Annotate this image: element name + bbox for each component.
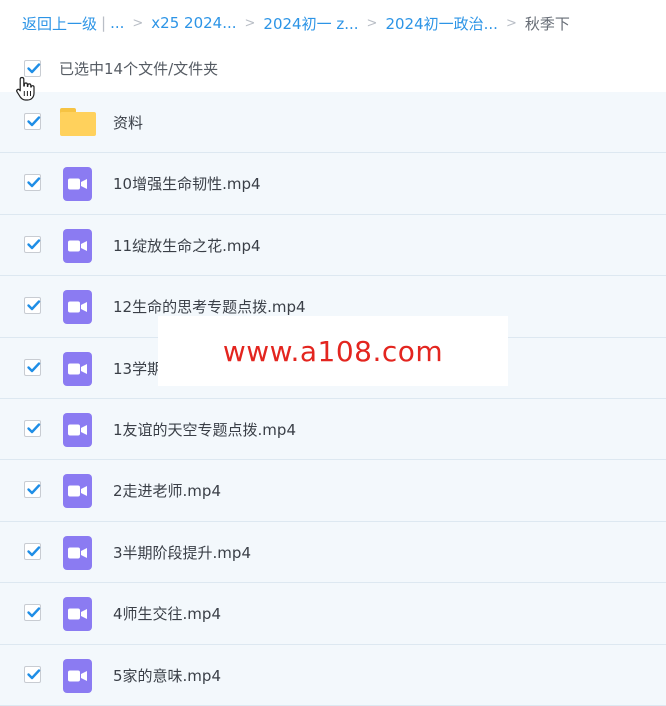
- folder-icon: [60, 106, 96, 138]
- file-name[interactable]: 12生命的思考专题点拨.mp4: [113, 296, 306, 317]
- row-checkbox[interactable]: [24, 665, 41, 683]
- watermark-text: www.a108.com: [222, 334, 444, 368]
- file-list: 资料 10增强生命韧性.mp4 11绽放生命之花.mp4 12生命的思考专题点拨…: [0, 92, 666, 706]
- video-file-icon: [60, 167, 96, 202]
- row-checkbox[interactable]: [24, 297, 41, 315]
- row-checkbox[interactable]: [24, 235, 41, 253]
- row-checkbox[interactable]: [24, 419, 41, 437]
- file-name[interactable]: 2走进老师.mp4: [113, 480, 221, 501]
- file-row[interactable]: 4师生交往.mp4: [0, 583, 666, 645]
- breadcrumb-current: 秋季下: [524, 14, 570, 33]
- row-checkbox[interactable]: [24, 604, 41, 622]
- breadcrumb-item-2[interactable]: 2024初一 z...: [263, 13, 358, 34]
- selection-count-text: 已选中14个文件/文件夹: [59, 60, 219, 78]
- file-name[interactable]: 资料: [113, 112, 143, 133]
- checkmark-icon: [27, 300, 41, 311]
- row-checkbox[interactable]: [24, 174, 41, 192]
- selection-bar: 已选中14个文件/文件夹: [0, 46, 666, 92]
- checkmark-icon: [27, 63, 41, 74]
- row-checkbox[interactable]: [24, 113, 41, 130]
- folder-row[interactable]: 资料: [0, 92, 666, 154]
- checkmark-icon: [27, 423, 41, 434]
- row-checkbox[interactable]: [24, 542, 41, 560]
- hand-cursor-icon: [16, 76, 35, 101]
- file-row[interactable]: 11绽放生命之花.mp4: [0, 214, 666, 277]
- file-name[interactable]: 3半期阶段提升.mp4: [113, 542, 251, 563]
- select-all-checkbox[interactable]: [24, 60, 41, 77]
- video-file-icon: [60, 290, 96, 325]
- breadcrumb-item-3[interactable]: 2024初一政治...: [385, 13, 497, 34]
- file-row[interactable]: 2走进老师.mp4: [0, 460, 666, 522]
- breadcrumb-item-1[interactable]: x25 2024...: [151, 14, 236, 32]
- breadcrumb-separator: >: [366, 15, 378, 31]
- file-name[interactable]: 10增强生命韧性.mp4: [113, 173, 261, 194]
- back-link[interactable]: 返回上一级: [22, 13, 97, 34]
- file-name[interactable]: 13学期: [113, 358, 162, 379]
- breadcrumb-separator: >: [132, 15, 144, 31]
- file-name[interactable]: 11绽放生命之花.mp4: [113, 235, 261, 256]
- file-name[interactable]: 4师生交往.mp4: [113, 603, 221, 624]
- video-file-icon: [60, 597, 96, 632]
- checkmark-icon: [27, 361, 41, 372]
- video-file-icon: [60, 228, 96, 263]
- checkmark-icon: [27, 607, 41, 618]
- row-checkbox[interactable]: [24, 358, 41, 376]
- file-row[interactable]: 1友谊的天空专题点拨.mp4: [0, 398, 666, 461]
- file-row[interactable]: 10增强生命韧性.mp4: [0, 153, 666, 215]
- checkmark-icon: [27, 484, 41, 495]
- video-file-icon: [60, 474, 96, 509]
- checkmark-icon: [27, 546, 41, 556]
- file-row[interactable]: 3半期阶段提升.mp4: [0, 521, 666, 584]
- breadcrumb-ellipsis[interactable]: ...: [110, 14, 124, 32]
- video-file-icon: [60, 658, 96, 693]
- file-row[interactable]: 5家的意味.mp4: [0, 644, 666, 706]
- watermark-overlay: www.a108.com: [158, 316, 508, 386]
- row-checkbox[interactable]: [24, 481, 41, 499]
- file-name[interactable]: 1友谊的天空专题点拨.mp4: [113, 419, 296, 440]
- checkmark-icon: [27, 116, 41, 127]
- video-file-icon: [60, 351, 96, 386]
- file-name[interactable]: 5家的意味.mp4: [113, 665, 221, 686]
- breadcrumb-separator: >: [244, 15, 256, 31]
- breadcrumb-separator: >: [505, 15, 517, 31]
- video-file-icon: [60, 535, 96, 570]
- breadcrumb: 返回上一级 | ... > x25 2024... > 2024初一 z... …: [0, 0, 666, 46]
- checkmark-icon: [27, 239, 41, 249]
- breadcrumb-divider: |: [101, 14, 107, 32]
- checkmark-icon: [27, 668, 41, 679]
- video-file-icon: [60, 412, 96, 447]
- checkmark-icon: [27, 177, 41, 188]
